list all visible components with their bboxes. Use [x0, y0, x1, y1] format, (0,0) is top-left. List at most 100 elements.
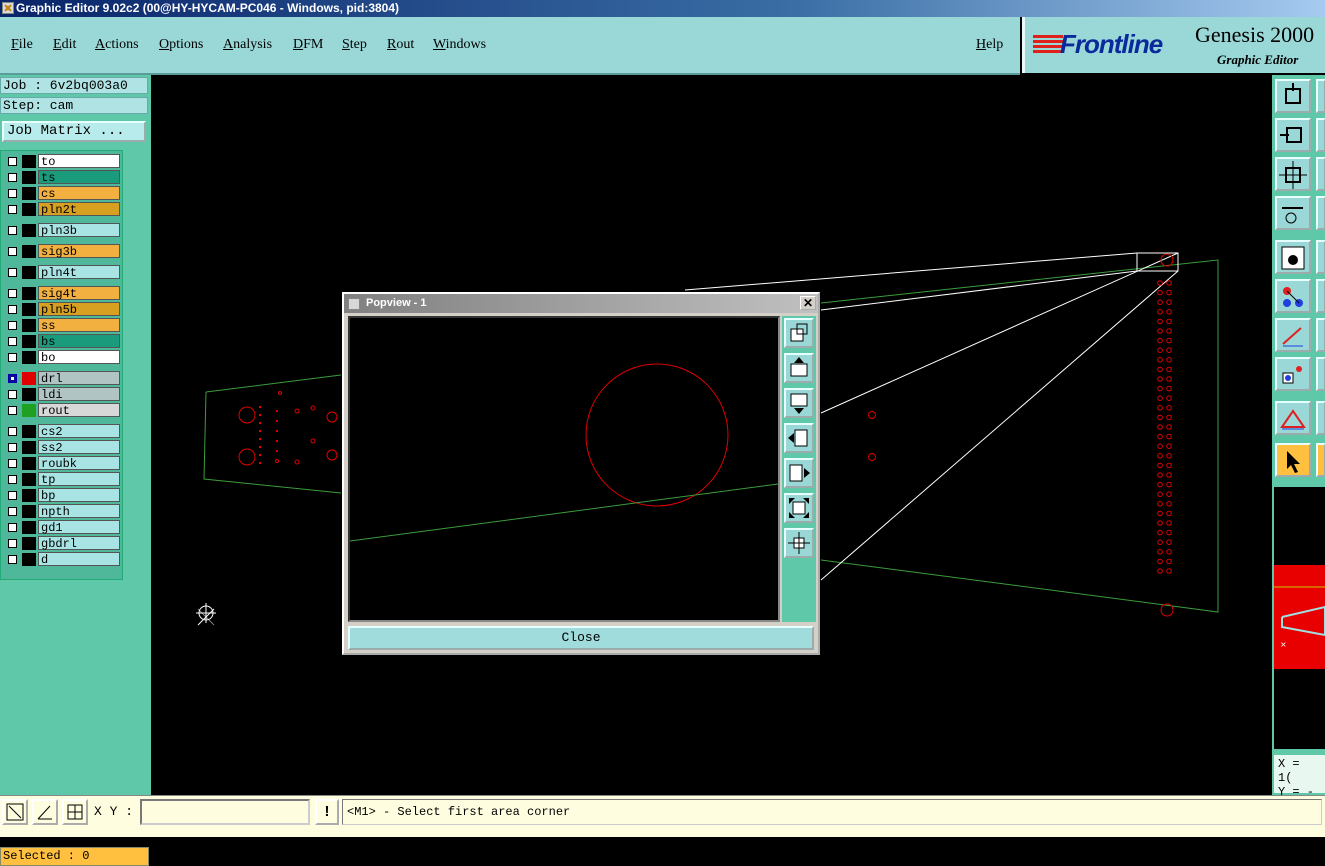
- layer-checkbox[interactable]: [8, 337, 17, 346]
- layer-row-npth[interactable]: npth: [3, 504, 121, 519]
- layer-name[interactable]: sig3b: [38, 244, 120, 259]
- layer-row-bp[interactable]: bp: [3, 488, 121, 503]
- layer-checkbox[interactable]: [8, 247, 17, 256]
- layer-row-roubk[interactable]: roubk: [3, 456, 121, 471]
- layer-checkbox[interactable]: [8, 226, 17, 235]
- point-button[interactable]: [1275, 357, 1311, 391]
- layer-name[interactable]: ss2: [38, 440, 120, 455]
- layer-row-ss[interactable]: ss: [3, 318, 121, 333]
- layer-checkbox[interactable]: [8, 289, 17, 298]
- zoom-window-button[interactable]: [784, 318, 814, 348]
- layer-row-pln2t[interactable]: pln2t: [3, 202, 121, 217]
- snap-button[interactable]: [1275, 240, 1311, 274]
- toolbar-button-clipped[interactable]: [1316, 240, 1325, 274]
- toolbar-button-clipped[interactable]: [1316, 79, 1325, 113]
- layer-row-bs[interactable]: bs: [3, 334, 121, 349]
- layer-row-ss2[interactable]: ss2: [3, 440, 121, 455]
- toolbar-button-clipped[interactable]: [1316, 279, 1325, 313]
- toolbar-button-clipped[interactable]: [1316, 401, 1325, 435]
- zoom-home-button[interactable]: [1275, 118, 1311, 152]
- layer-name[interactable]: pln3b: [38, 223, 120, 238]
- layer-row-drl[interactable]: drl: [3, 371, 121, 386]
- layer-checkbox[interactable]: [8, 427, 17, 436]
- layer-row-rout[interactable]: rout: [3, 403, 121, 418]
- layer-name[interactable]: to: [38, 154, 120, 169]
- pan-right-button[interactable]: [784, 458, 814, 488]
- measure-button[interactable]: [1275, 196, 1311, 230]
- zoom-fit-button[interactable]: [784, 528, 814, 558]
- layer-name[interactable]: bo: [38, 350, 120, 365]
- layer-checkbox[interactable]: [8, 189, 17, 198]
- toolbar-button-clipped[interactable]: [1316, 118, 1325, 152]
- overview-minimap[interactable]: ×: [1274, 487, 1325, 749]
- layer-row-cs2[interactable]: cs2: [3, 424, 121, 439]
- select-arrow-button[interactable]: [1275, 443, 1311, 477]
- layer-checkbox[interactable]: [8, 475, 17, 484]
- menu-file[interactable]: File: [11, 37, 33, 53]
- line-button[interactable]: [1275, 318, 1311, 352]
- layer-name[interactable]: ldi: [38, 387, 120, 402]
- layer-row-gd1[interactable]: gd1: [3, 520, 121, 535]
- layer-row-cs[interactable]: cs: [3, 186, 121, 201]
- zoom-in-button[interactable]: [784, 493, 814, 523]
- resize-button[interactable]: [2, 799, 28, 825]
- angle-button[interactable]: [1275, 401, 1311, 435]
- layer-row-sig4t[interactable]: sig4t: [3, 286, 121, 301]
- menu-options[interactable]: Options: [159, 37, 203, 53]
- toolbar-button-clipped[interactable]: [1316, 318, 1325, 352]
- layer-checkbox[interactable]: [8, 157, 17, 166]
- menu-help[interactable]: Help: [976, 37, 1003, 53]
- layer-checkbox[interactable]: [8, 353, 17, 362]
- layer-name[interactable]: rout: [38, 403, 120, 418]
- menu-edit[interactable]: Edit: [53, 37, 76, 53]
- layer-row-to[interactable]: to: [3, 154, 121, 169]
- layer-checkbox[interactable]: [8, 459, 17, 468]
- layer-checkbox[interactable]: [8, 491, 17, 500]
- grid-button[interactable]: [62, 799, 88, 825]
- connect-button[interactable]: [1275, 279, 1311, 313]
- layer-checkbox[interactable]: [8, 390, 17, 399]
- fit-button[interactable]: [1275, 157, 1311, 191]
- pan-left-button[interactable]: [784, 423, 814, 453]
- layer-checkbox[interactable]: [8, 555, 17, 564]
- layer-name[interactable]: ts: [38, 170, 120, 185]
- toolbar-button-clipped[interactable]: [1316, 196, 1325, 230]
- toolbar-button-clipped[interactable]: [1316, 443, 1325, 477]
- popview-close-icon[interactable]: ✕: [800, 296, 816, 310]
- popview-canvas[interactable]: [348, 316, 780, 622]
- pan-button[interactable]: [1275, 79, 1311, 113]
- layer-name[interactable]: drl: [38, 371, 120, 386]
- toolbar-button-clipped[interactable]: [1316, 157, 1325, 191]
- popview-title-bar[interactable]: Popview - 1 ✕: [344, 294, 818, 313]
- pan-up-button[interactable]: [784, 353, 814, 383]
- menu-analysis[interactable]: Analysis: [223, 37, 272, 53]
- layer-checkbox[interactable]: [8, 173, 17, 182]
- layer-row-ts[interactable]: ts: [3, 170, 121, 185]
- layer-name[interactable]: bp: [38, 488, 120, 503]
- layer-row-d[interactable]: d: [3, 552, 121, 567]
- layer-checkbox[interactable]: [8, 374, 17, 383]
- layer-name[interactable]: pln2t: [38, 202, 120, 217]
- layer-name[interactable]: npth: [38, 504, 120, 519]
- layer-checkbox[interactable]: [8, 406, 17, 415]
- job-matrix-button[interactable]: Job Matrix ...: [2, 121, 146, 142]
- layer-checkbox[interactable]: [8, 321, 17, 330]
- pan-down-button[interactable]: [784, 388, 814, 418]
- layer-checkbox[interactable]: [8, 539, 17, 548]
- layer-checkbox[interactable]: [8, 443, 17, 452]
- menu-windows[interactable]: Windows: [433, 37, 486, 53]
- layer-name[interactable]: cs: [38, 186, 120, 201]
- layer-name[interactable]: pln5b: [38, 302, 120, 317]
- layer-row-pln5b[interactable]: pln5b: [3, 302, 121, 317]
- layer-checkbox[interactable]: [8, 523, 17, 532]
- alert-icon[interactable]: !: [315, 799, 339, 825]
- layer-name[interactable]: pln4t: [38, 265, 120, 280]
- layer-row-tp[interactable]: tp: [3, 472, 121, 487]
- layer-name[interactable]: gd1: [38, 520, 120, 535]
- layer-row-pln4t[interactable]: pln4t: [3, 265, 121, 280]
- layer-checkbox[interactable]: [8, 205, 17, 214]
- layer-checkbox[interactable]: [8, 305, 17, 314]
- menu-rout[interactable]: Rout: [387, 37, 414, 53]
- menu-dfm[interactable]: DFM: [293, 37, 323, 53]
- layer-row-ldi[interactable]: ldi: [3, 387, 121, 402]
